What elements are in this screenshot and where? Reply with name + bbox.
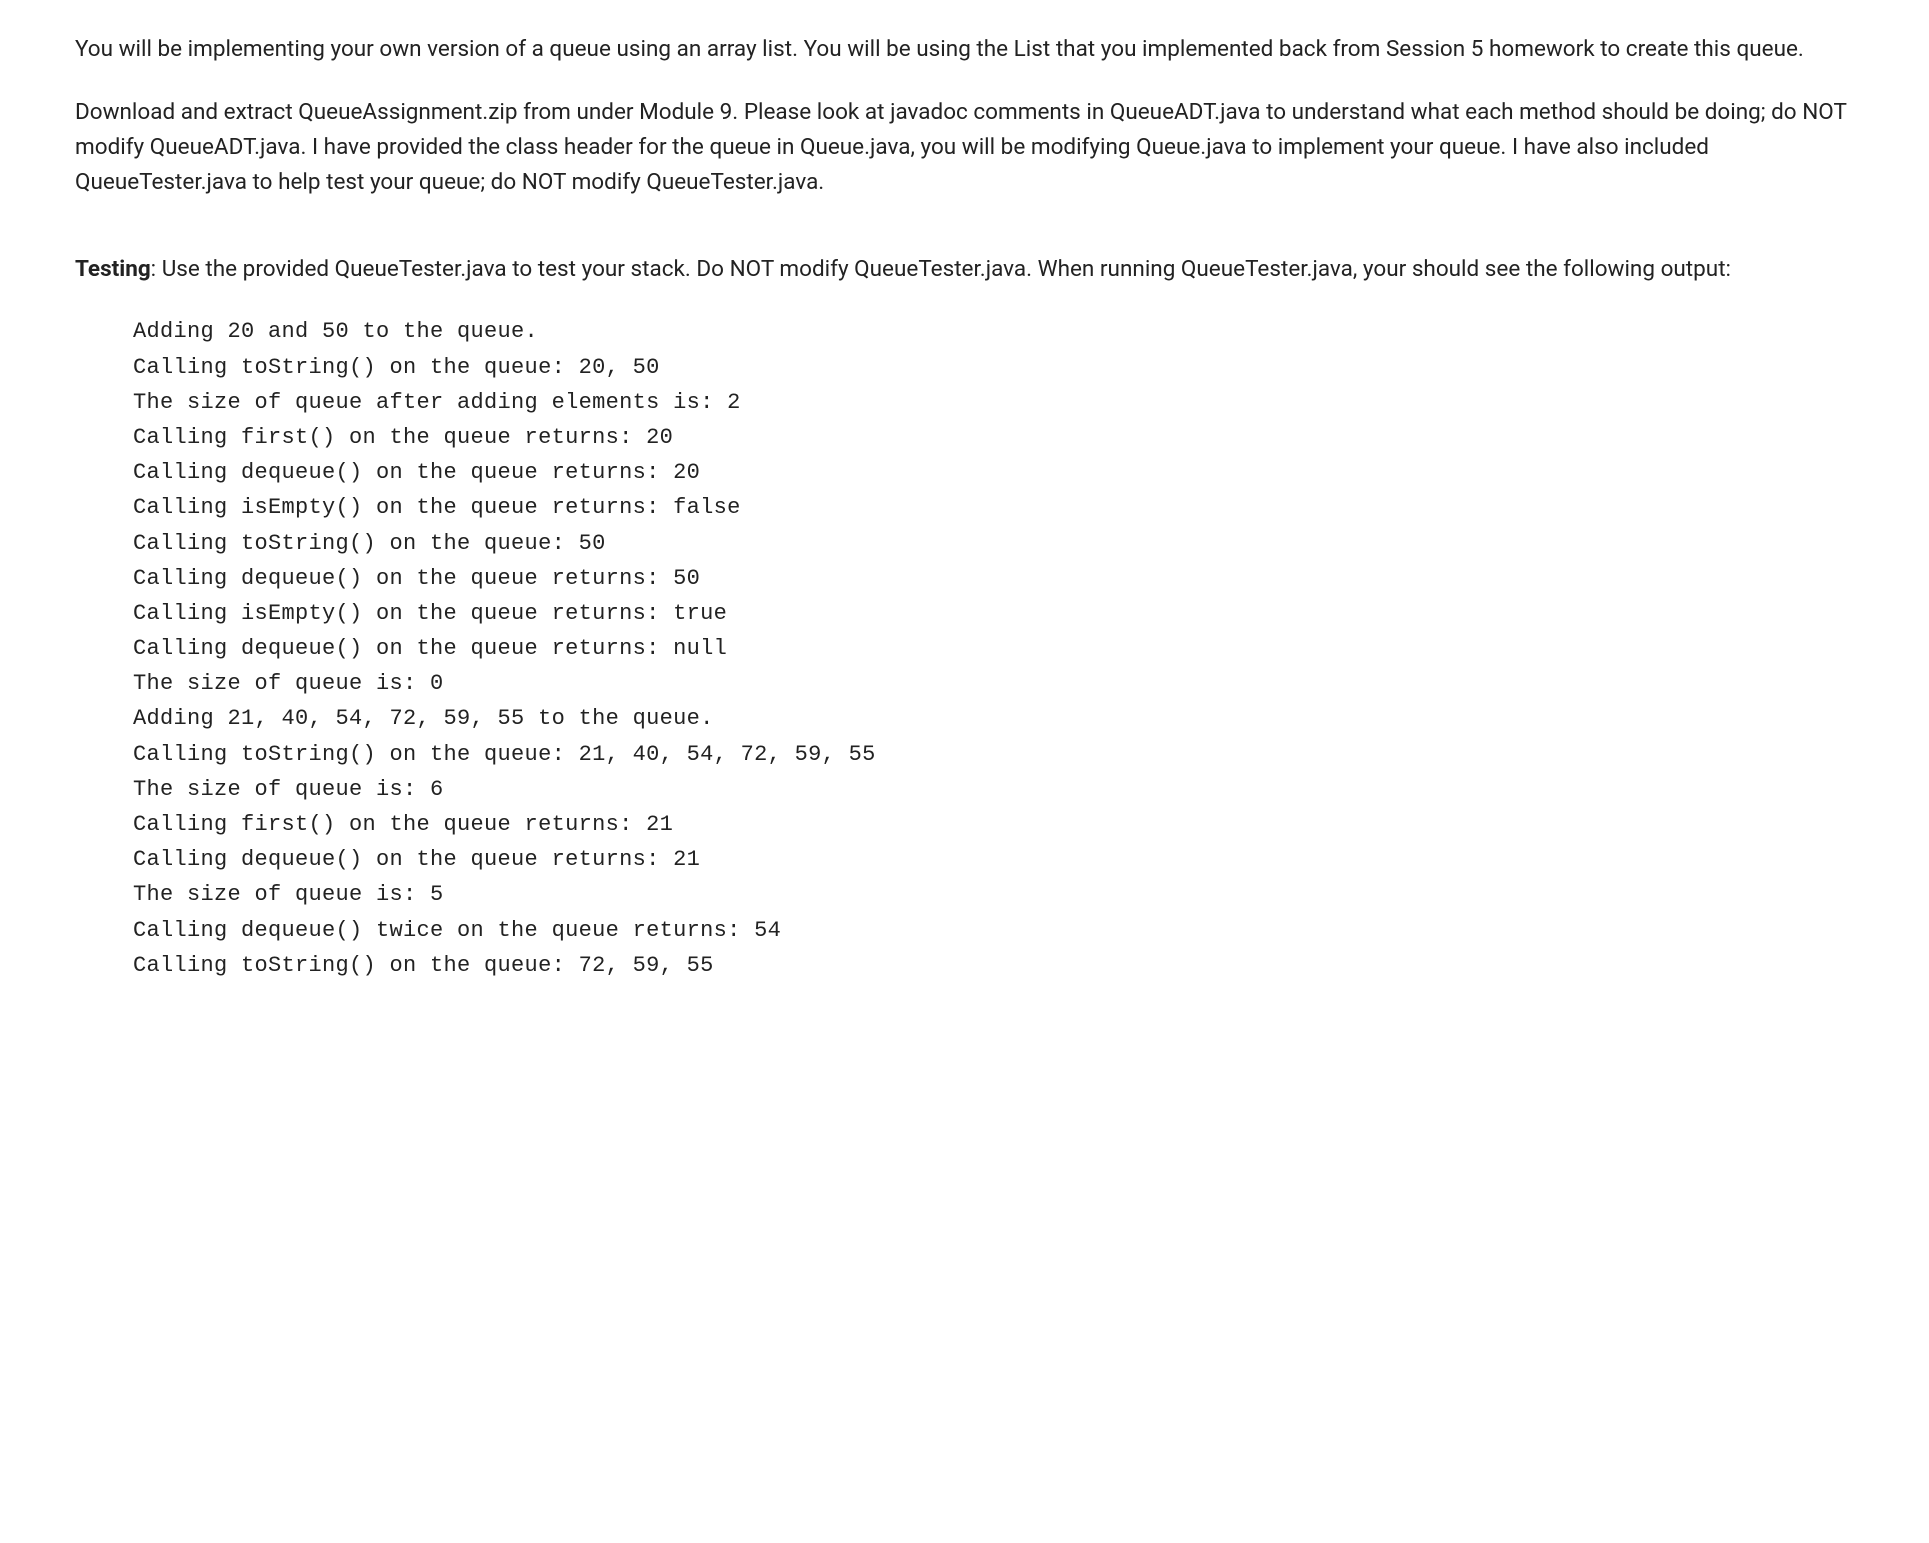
section-gap xyxy=(75,228,1854,252)
expected-output-block: Adding 20 and 50 to the queue. Calling t… xyxy=(133,314,1854,983)
intro-text-1: You will be implementing your own versio… xyxy=(75,36,1804,62)
testing-text: : Use the provided QueueTester.java to t… xyxy=(151,256,1731,282)
testing-paragraph: Testing: Use the provided QueueTester.ja… xyxy=(75,252,1854,287)
intro-paragraph-2: Download and extract QueueAssignment.zip… xyxy=(75,95,1854,200)
intro-paragraph-1: You will be implementing your own versio… xyxy=(75,32,1854,67)
testing-label: Testing xyxy=(75,256,151,282)
intro-text-2: Download and extract QueueAssignment.zip… xyxy=(75,99,1846,195)
